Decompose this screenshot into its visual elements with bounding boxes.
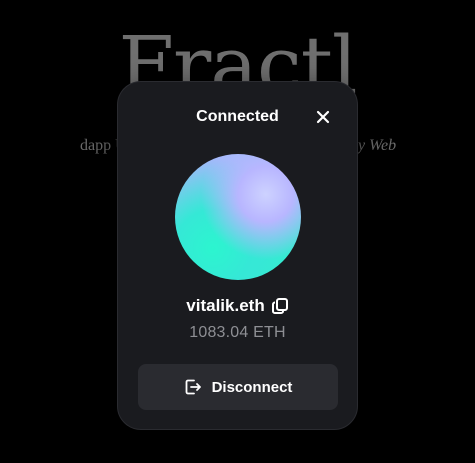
background-subtitle-end: y Web xyxy=(358,137,397,154)
account-name: vitalik.eth xyxy=(186,296,265,315)
close-icon[interactable] xyxy=(316,110,330,124)
account-name-row: vitalik.eth xyxy=(118,296,357,316)
disconnect-button[interactable]: Disconnect xyxy=(138,364,338,410)
account-modal: Connected vitalik.eth 1083.04 ETH Discon… xyxy=(117,81,358,430)
copy-icon[interactable] xyxy=(271,297,289,315)
close-button[interactable] xyxy=(312,106,334,128)
account-balance: 1083.04 ETH xyxy=(189,324,286,341)
logout-icon xyxy=(184,378,202,396)
disconnect-label: Disconnect xyxy=(211,378,293,396)
avatar xyxy=(175,154,301,280)
page: Fractl dapp U y Web Connected vitalik.et… xyxy=(0,0,475,463)
